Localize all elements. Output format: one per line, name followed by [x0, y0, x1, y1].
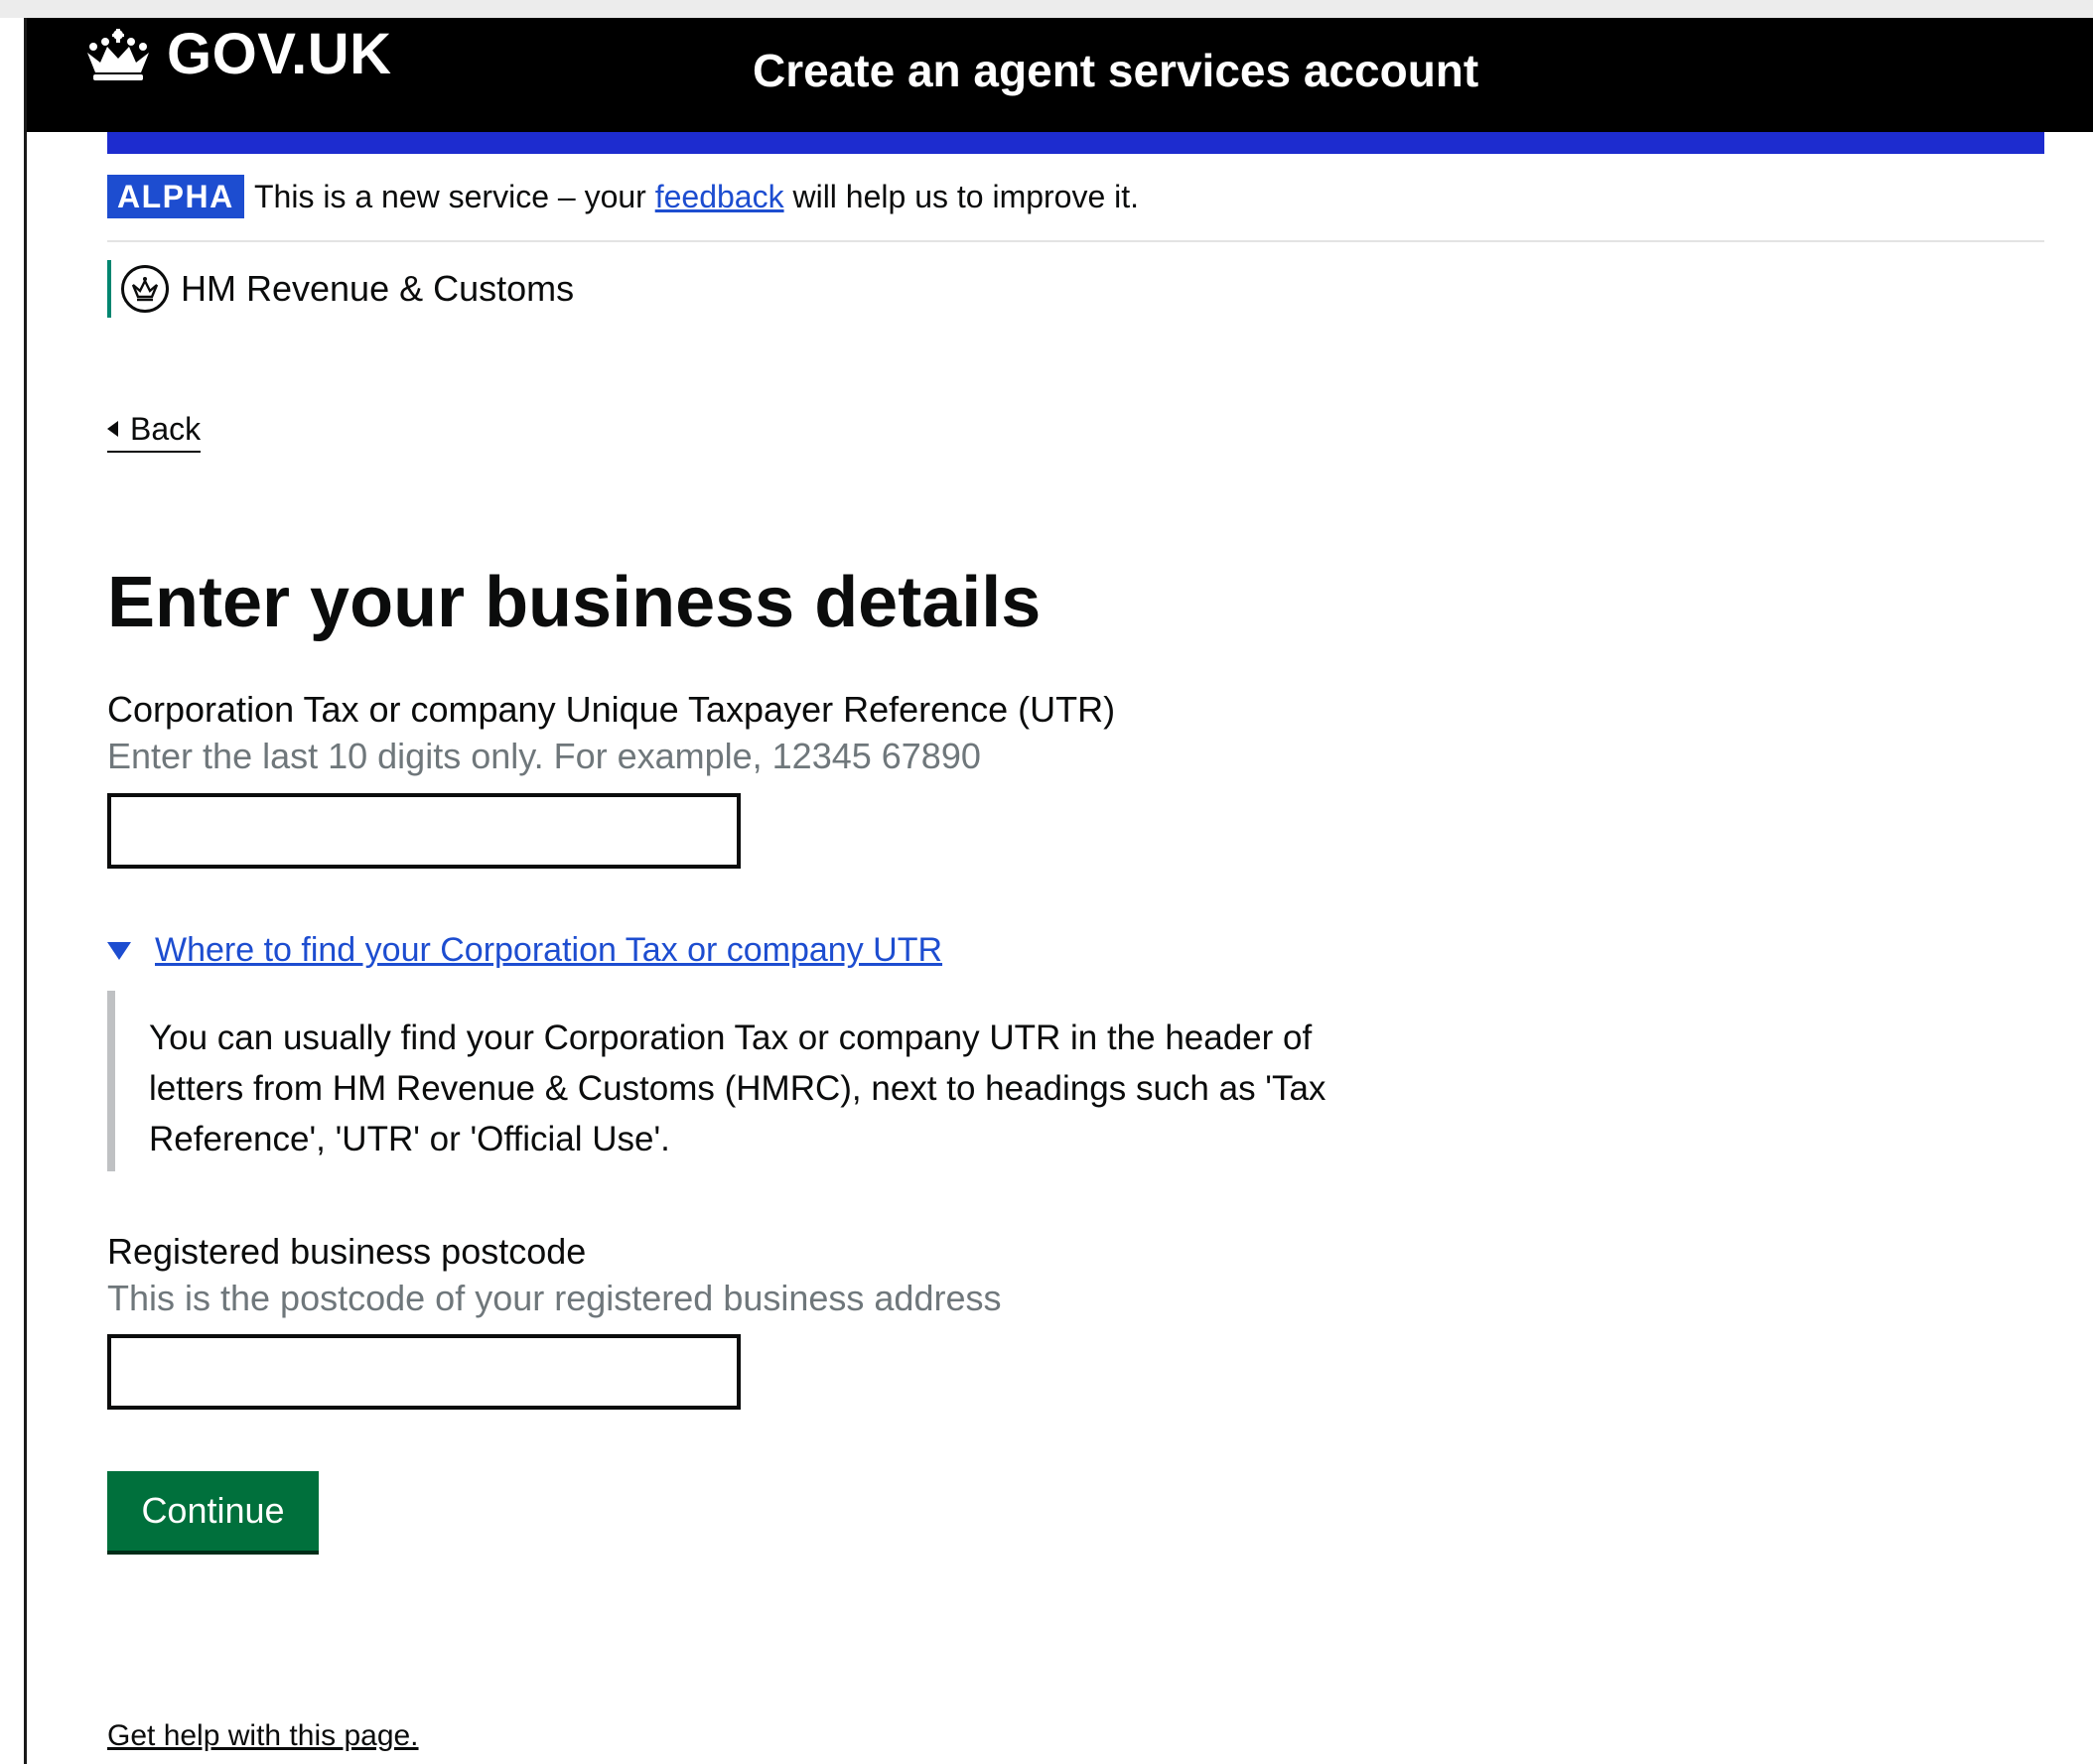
govuk-logo-link[interactable]: GOV.UK: [81, 26, 391, 83]
utr-label: Corporation Tax or company Unique Taxpay…: [107, 689, 1116, 730]
organisation-name: HM Revenue & Customs: [181, 268, 575, 309]
triangle-down-icon: [107, 941, 131, 960]
utr-help-panel: You can usually find your Corporation Ta…: [107, 991, 1358, 1171]
crown-icon: [87, 29, 149, 80]
back-link-label: Back: [130, 410, 202, 447]
postcode-label: Registered business postcode: [107, 1231, 587, 1272]
page-title: Enter your business details: [107, 563, 1042, 642]
postcode-hint: This is the postcode of your registered …: [107, 1278, 1002, 1318]
phase-banner: ALPHA This is a new service – your feedb…: [107, 171, 2044, 242]
utr-help-text: You can usually find your Corporation Ta…: [149, 1018, 1326, 1158]
utr-hint: Enter the last 10 digits only. For examp…: [107, 736, 981, 776]
govuk-logo-text: GOV.UK: [167, 22, 392, 86]
left-border: [24, 18, 27, 1764]
browser-top-strip: [0, 0, 2093, 18]
service-name-link[interactable]: Create an agent services account: [753, 48, 1478, 93]
phase-tag: ALPHA: [107, 175, 244, 218]
page: GOV.UK Create an agent services account …: [0, 0, 2093, 1764]
phase-text-before: This is a new service – your: [254, 179, 655, 214]
continue-button[interactable]: Continue: [107, 1471, 319, 1551]
postcode-input[interactable]: [107, 1334, 741, 1410]
organisation-logo: HM Revenue & Customs: [107, 260, 574, 318]
hmrc-crest-icon: [121, 265, 169, 313]
utr-input[interactable]: [107, 793, 741, 869]
utr-help-summary: Where to find your Corporation Tax or co…: [155, 931, 943, 969]
back-link[interactable]: Back: [107, 407, 202, 453]
header-blue-bar: [107, 132, 2044, 154]
phase-text-after: will help us to improve it.: [783, 179, 1140, 214]
get-help-link[interactable]: Get help with this page.: [107, 1719, 419, 1753]
phase-banner-text: This is a new service – your feedback wi…: [254, 179, 1139, 214]
chevron-left-icon: [107, 421, 118, 437]
feedback-link[interactable]: feedback: [655, 179, 784, 214]
utr-help-toggle[interactable]: Where to find your Corporation Tax or co…: [107, 931, 942, 970]
